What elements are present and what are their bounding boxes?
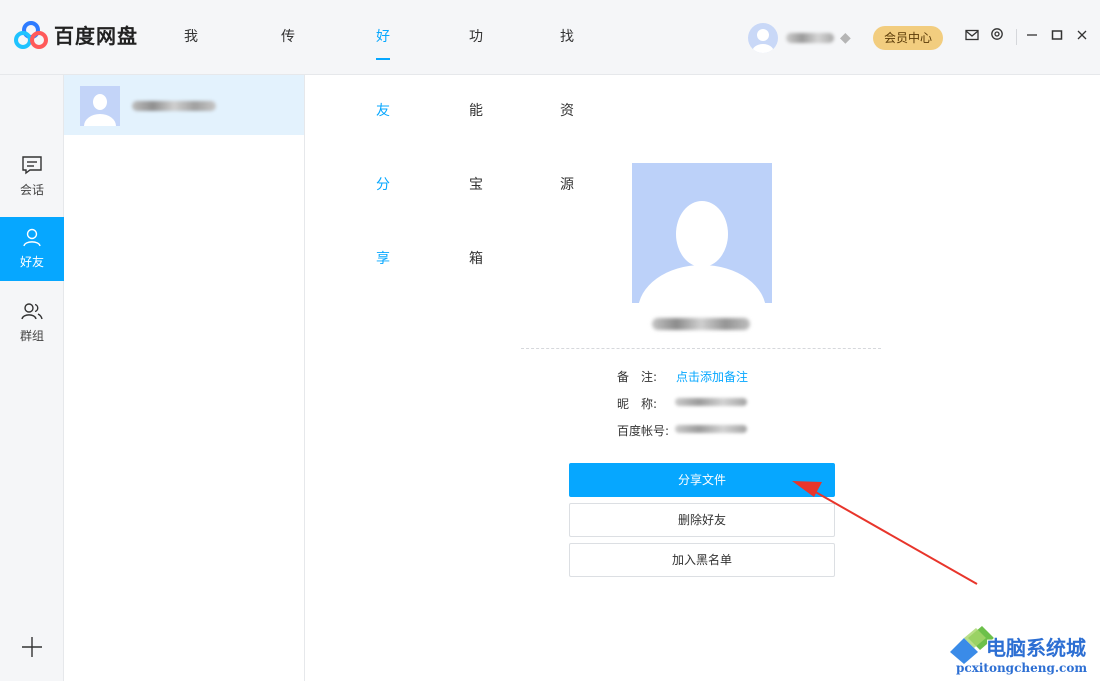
watermark: 电脑系统城 pcxitongcheng.com (946, 626, 1100, 681)
watermark-en: pcxitongcheng.com (956, 661, 1088, 675)
watermark-cn: 电脑系统城 (986, 636, 1086, 660)
annotation-arrow (792, 481, 978, 585)
